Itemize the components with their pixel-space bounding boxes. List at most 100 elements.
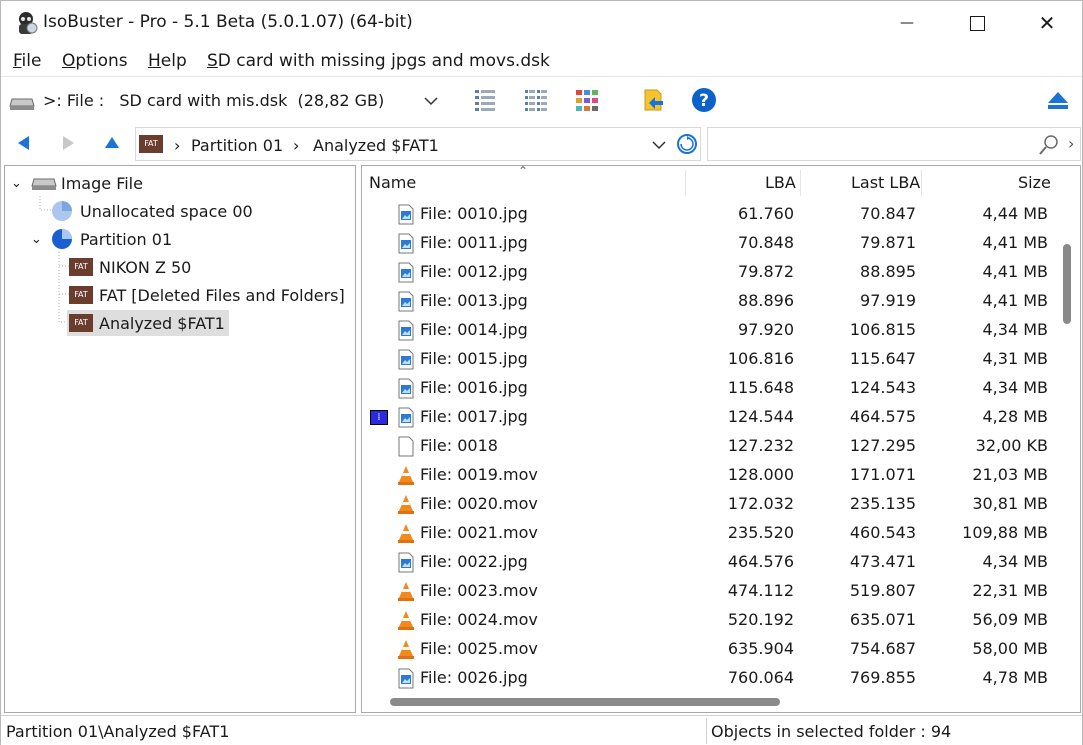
table-row[interactable]: File: 0016.jpg 115.648 124.543 4,34 MB — [362, 374, 1054, 403]
forward-arrow-icon[interactable] — [59, 134, 77, 152]
horizontal-scroll-thumb[interactable] — [390, 698, 780, 706]
chevron-down-icon[interactable]: ⌄ — [11, 176, 29, 191]
tree-item-image-file[interactable]: ⌄ Image File — [11, 170, 143, 196]
breadcrumb-analyzed[interactable]: Analyzed $FAT1 — [313, 136, 439, 155]
table-row[interactable]: File: 0022.jpg 464.576 473.471 4,34 MB — [362, 548, 1054, 577]
tree-item-nikon[interactable]: FAT NIKON Z 50 — [69, 254, 191, 280]
help-icon[interactable]: ? — [691, 87, 717, 113]
back-arrow-icon[interactable] — [15, 134, 33, 152]
table-row[interactable]: File: 0019.mov 128.000 171.071 21,03 MB — [362, 461, 1054, 490]
breadcrumb-separator-icon: › — [174, 136, 181, 155]
drive-selector[interactable]: >: File : SD card with mis.dsk (28,82 GB… — [4, 82, 444, 118]
file-size: 4,31 MB — [982, 349, 1049, 368]
file-size: 32,00 KB — [975, 436, 1048, 455]
table-row[interactable]: File: 0023.mov 474.112 519.807 22,31 MB — [362, 577, 1054, 606]
file-last-lba: 106.815 — [849, 320, 916, 339]
column-header-row: ⌃ Name LBA Last LBA Size — [362, 166, 1054, 200]
menu-help[interactable]: Help — [148, 51, 187, 71]
vertical-scroll-thumb[interactable] — [1063, 244, 1071, 324]
file-last-lba: 464.575 — [849, 407, 916, 426]
tree-item-deleted[interactable]: FAT FAT [Deleted Files and Folders] — [69, 282, 345, 308]
column-lba[interactable]: LBA — [765, 173, 796, 192]
drive-label: >: File : SD card with mis.dsk (28,82 GB… — [43, 91, 385, 110]
image-file-icon — [398, 320, 414, 341]
breadcrumb-partition[interactable]: Partition 01 — [191, 136, 283, 155]
table-row[interactable]: File: 0024.mov 520.192 635.071 56,09 MB — [362, 606, 1054, 635]
table-row[interactable]: File: 0010.jpg 61.760 70.847 4,44 MB — [362, 200, 1054, 229]
search-icon[interactable] — [1038, 134, 1060, 156]
tree-item-analyzed[interactable]: FAT Analyzed $FAT1 — [67, 310, 229, 336]
refresh-icon[interactable] — [676, 133, 698, 155]
vertical-scrollbar[interactable] — [1054, 166, 1080, 712]
table-row[interactable]: File: 0014.jpg 97.920 106.815 4,34 MB — [362, 316, 1054, 345]
tree-label: Unallocated space 00 — [80, 201, 253, 221]
file-name: File: 0016.jpg — [420, 378, 528, 397]
chevron-right-icon[interactable]: › — [1068, 134, 1074, 153]
column-size[interactable]: Size — [1018, 173, 1051, 192]
folder-tree[interactable]: ⌄ Image File Unallocated space 00 ⌄ Part… — [4, 165, 356, 713]
file-name: File: 0026.jpg — [420, 668, 528, 687]
image-file-icon — [398, 552, 414, 573]
file-list[interactable]: ⌃ Name LBA Last LBA Size File: 0010.jpg 6… — [361, 165, 1081, 713]
tree-item-partition[interactable]: ⌄ Partition 01 — [31, 226, 172, 252]
thumbnail-view-icon[interactable] — [574, 87, 600, 113]
table-row[interactable]: File: 0018 127.232 127.295 32,00 KB — [362, 432, 1054, 461]
table-row[interactable]: File: 0011.jpg 70.848 79.871 4,41 MB — [362, 229, 1054, 258]
up-arrow-icon[interactable] — [103, 134, 121, 152]
file-last-lba: 460.543 — [849, 523, 916, 542]
file-name: File: 0018 — [420, 436, 498, 455]
file-name: File: 0015.jpg — [420, 349, 528, 368]
file-size: 4,34 MB — [982, 552, 1049, 571]
file-lba: 70.848 — [738, 233, 794, 252]
table-row[interactable]: File: 0021.mov 235.520 460.543 109,88 MB — [362, 519, 1054, 548]
file-last-lba: 754.687 — [849, 639, 916, 658]
image-file-icon — [398, 233, 414, 254]
file-name: File: 0012.jpg — [420, 262, 528, 281]
table-row[interactable]: File: 0013.jpg 88.896 97.919 4,41 MB — [362, 287, 1054, 316]
column-divider — [800, 170, 801, 196]
file-size: 4,41 MB — [982, 262, 1049, 281]
table-row[interactable]: File: 0015.jpg 106.816 115.647 4,31 MB — [362, 345, 1054, 374]
file-name: File: 0023.mov — [420, 581, 538, 600]
eject-icon[interactable] — [1045, 87, 1071, 113]
tree-item-unallocated[interactable]: Unallocated space 00 — [51, 198, 253, 224]
file-lba: 172.032 — [727, 494, 794, 513]
close-button[interactable]: ✕ — [1012, 1, 1082, 45]
table-row[interactable]: File: 0025.mov 635.904 754.687 58,00 MB — [362, 635, 1054, 664]
vlc-cone-icon — [398, 524, 414, 543]
column-name[interactable]: Name — [369, 173, 416, 192]
menu-bar: File Options Help SD card with missing j… — [1, 45, 1082, 77]
file-size: 56,09 MB — [972, 610, 1048, 629]
file-lba: 760.064 — [727, 668, 794, 687]
status-divider — [706, 718, 707, 744]
column-last-lba[interactable]: Last LBA — [851, 173, 920, 192]
table-row[interactable]: ⁞ File: 0017.jpg 124.544 464.575 4,28 MB — [362, 403, 1054, 432]
path-field[interactable]: FAT › Partition 01 › Analyzed $FAT1 — [135, 127, 701, 161]
file-last-lba: 235.135 — [849, 494, 916, 513]
menu-image-file[interactable]: SD card with missing jpgs and movs.dsk — [207, 51, 550, 71]
pie-chart-icon — [52, 201, 72, 221]
chevron-down-icon[interactable] — [652, 140, 666, 150]
list-view-icon[interactable] — [523, 87, 549, 113]
chevron-down-icon[interactable]: ⌄ — [31, 232, 51, 247]
table-row[interactable]: File: 0012.jpg 79.872 88.895 4,41 MB — [362, 258, 1054, 287]
image-file-icon — [398, 349, 414, 370]
maximize-button[interactable] — [942, 1, 1012, 45]
isobuster-app-icon — [19, 12, 38, 34]
fat-icon: FAT — [69, 314, 93, 332]
tree-label: Partition 01 — [80, 229, 173, 249]
table-row[interactable]: File: 0020.mov 172.032 235.135 30,81 MB — [362, 490, 1054, 519]
maximize-icon — [969, 15, 985, 31]
file-size: 4,34 MB — [982, 320, 1049, 339]
details-view-icon[interactable] — [472, 87, 498, 113]
menu-options[interactable]: Options — [62, 51, 128, 71]
table-row[interactable]: File: 0026.jpg 760.064 769.855 4,78 MB — [362, 664, 1054, 693]
file-lba: 635.904 — [727, 639, 794, 658]
menu-file[interactable]: File — [13, 51, 41, 71]
horizontal-scrollbar[interactable] — [362, 692, 1054, 712]
extract-icon[interactable] — [641, 87, 667, 113]
file-lba: 61.760 — [738, 204, 794, 223]
minimize-button[interactable]: — — [872, 1, 942, 45]
toolbar: >: File : SD card with mis.dsk (28,82 GB… — [1, 77, 1082, 123]
search-field[interactable]: › — [707, 127, 1081, 161]
